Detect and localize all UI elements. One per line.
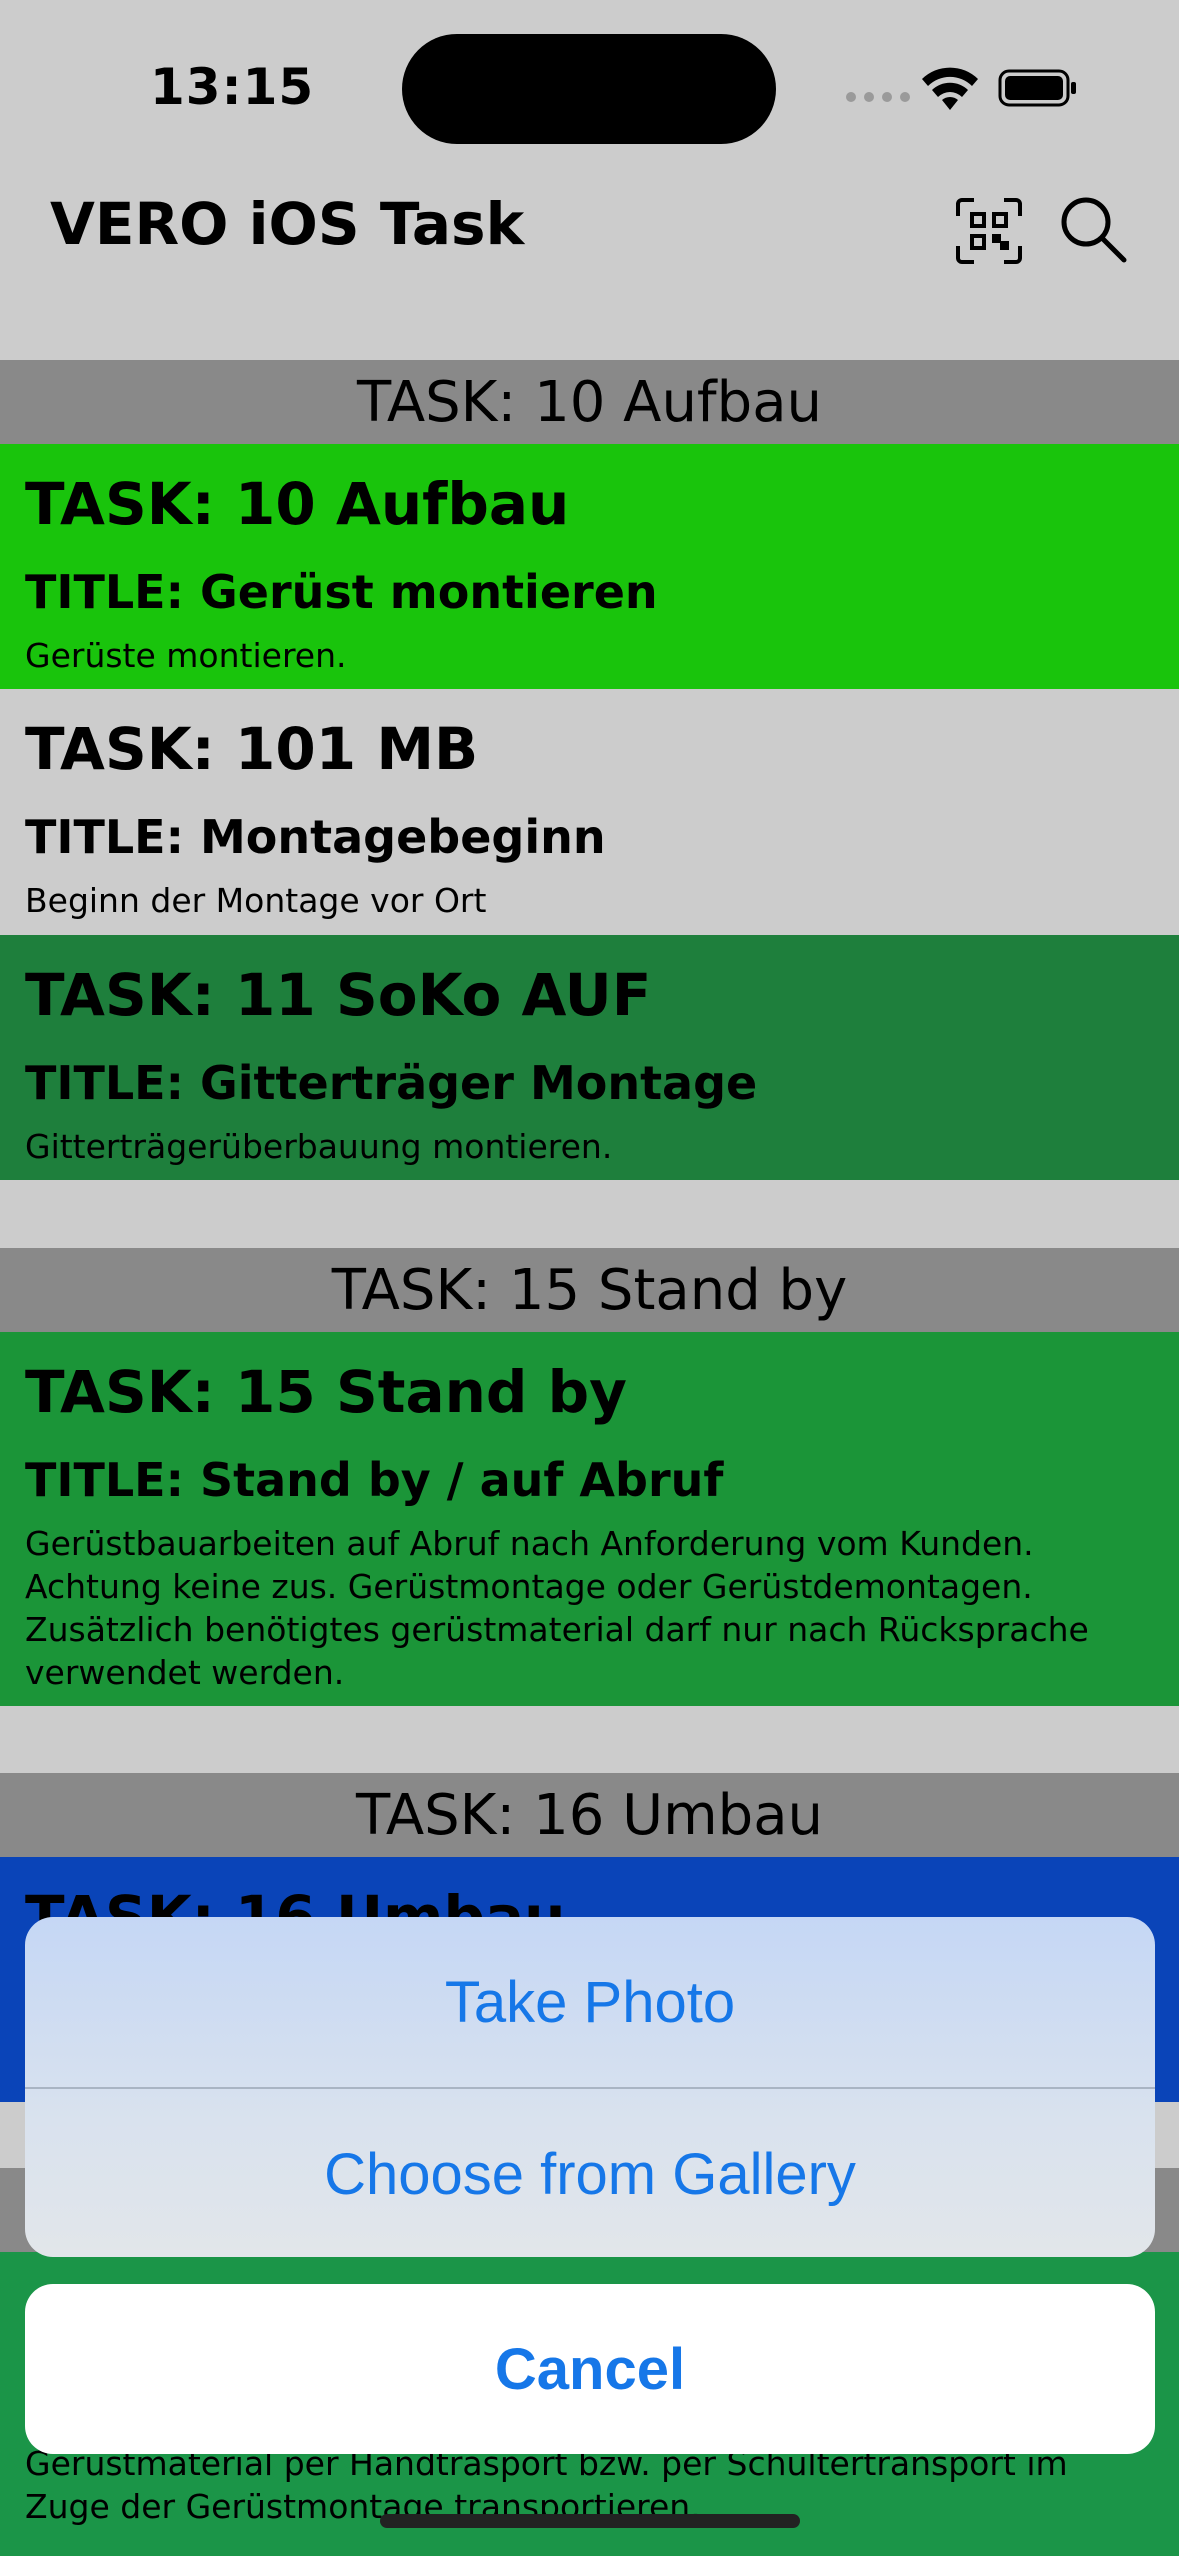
home-indicator	[380, 2514, 800, 2528]
choose-from-gallery-button[interactable]: Choose from Gallery	[25, 2089, 1155, 2257]
take-photo-button[interactable]: Take Photo	[25, 1917, 1155, 2087]
action-sheet: Take Photo Choose from Gallery	[25, 1917, 1155, 2257]
cancel-button[interactable]: Cancel	[25, 2284, 1155, 2454]
